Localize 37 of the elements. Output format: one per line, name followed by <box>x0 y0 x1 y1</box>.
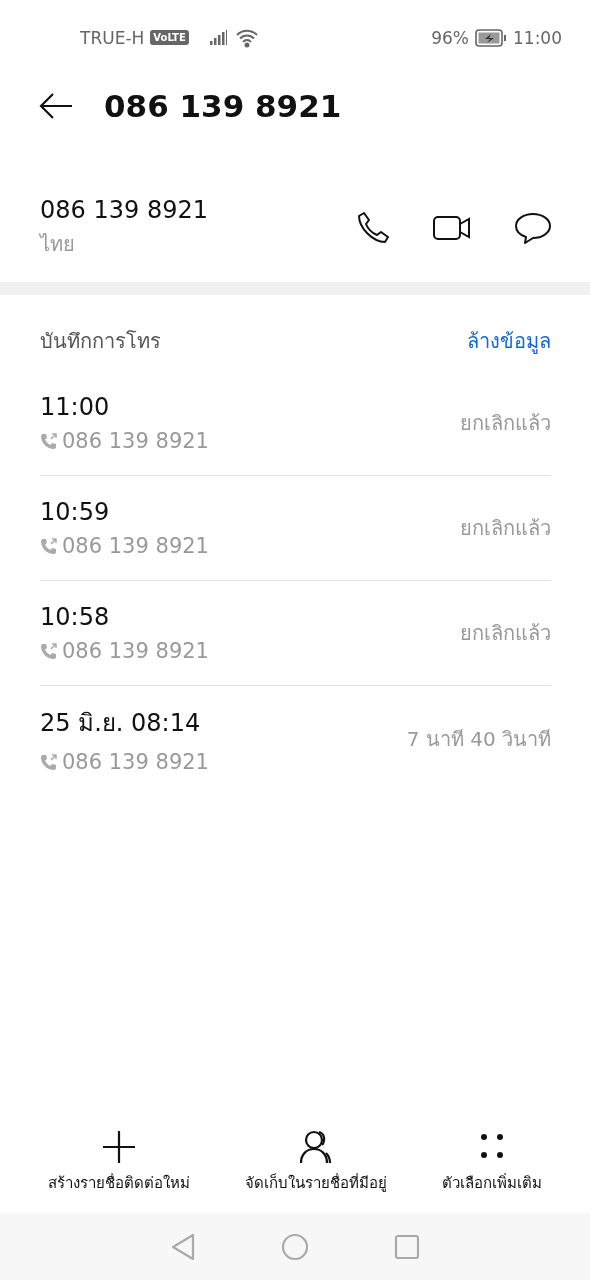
call-time: 10:59 <box>40 498 111 526</box>
clear-link[interactable]: ล้างข้อมูล <box>467 325 551 357</box>
person-icon <box>298 1129 334 1165</box>
battery-charging-icon <box>475 28 507 47</box>
clock-time: 11:00 <box>513 27 562 48</box>
call-time: 25 มิ.ย. 08:14 <box>40 708 202 739</box>
outgoing-call-icon <box>40 432 58 450</box>
video-call-button[interactable] <box>432 214 472 242</box>
save-existing-button[interactable]: จัดเก็บในรายชื่อที่มีอยู่ <box>245 1129 387 1195</box>
phone-number: 086 139 8921 <box>40 196 208 224</box>
call-button[interactable] <box>356 211 390 245</box>
call-status: ยกเลิกแล้ว <box>460 410 551 437</box>
section-title: บันทึกการโทร <box>40 328 161 355</box>
network-badge: VoLTE <box>150 30 189 45</box>
outgoing-call-icon <box>40 537 58 555</box>
new-contact-button[interactable]: สร้างรายชื่อติดต่อใหม่ <box>47 1129 190 1195</box>
back-button[interactable] <box>38 91 74 121</box>
call-time: 11:00 <box>40 393 111 421</box>
call-status: 7 นาที 40 วินาที <box>406 725 551 753</box>
wifi-icon <box>234 27 259 48</box>
page-title: 086 139 8921 <box>104 88 342 124</box>
plus-icon <box>100 1129 137 1165</box>
outgoing-call-icon <box>40 642 58 660</box>
call-number: 086 139 8921 <box>62 534 209 558</box>
outgoing-call-icon <box>40 753 58 771</box>
signal-icon <box>208 29 229 46</box>
call-number: 086 139 8921 <box>62 750 209 774</box>
call-number: 086 139 8921 <box>62 639 209 663</box>
call-status: ยกเลิกแล้ว <box>460 620 551 647</box>
call-number: 086 139 8921 <box>62 429 209 453</box>
call-status: ยกเลิกแล้ว <box>460 515 551 542</box>
battery-percent: 96% <box>431 27 469 48</box>
message-button[interactable] <box>514 211 552 245</box>
call-time: 10:58 <box>40 603 111 631</box>
region-label: ไทย <box>40 231 76 258</box>
carrier-name: TRUE-H <box>80 27 145 48</box>
more-options-button[interactable]: ตัวเลือกเพิ่มเติม <box>442 1129 543 1195</box>
